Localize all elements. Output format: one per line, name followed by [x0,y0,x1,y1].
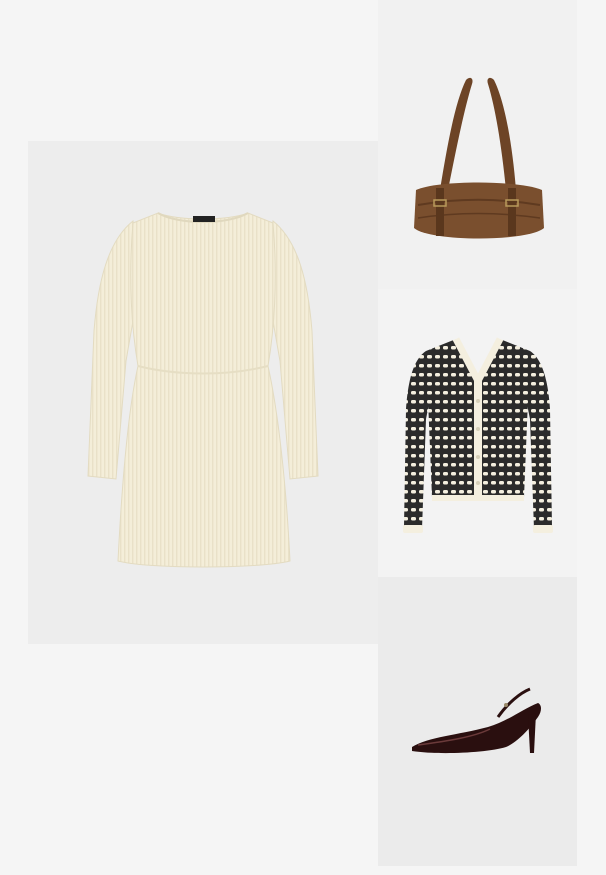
cardigan-product-tile[interactable] [378,289,577,577]
dress-image [87,212,319,568]
bag-product-tile[interactable] [378,0,577,289]
cardigan-image [403,337,553,533]
outfit-board: { "board": { "background_color": "#f5f5f… [0,0,606,875]
dress-product-tile[interactable] [28,141,378,644]
shoe-product-tile[interactable] [378,577,577,866]
board-margin [577,0,606,875]
bag-image [414,77,544,239]
shoe-image [412,687,541,754]
